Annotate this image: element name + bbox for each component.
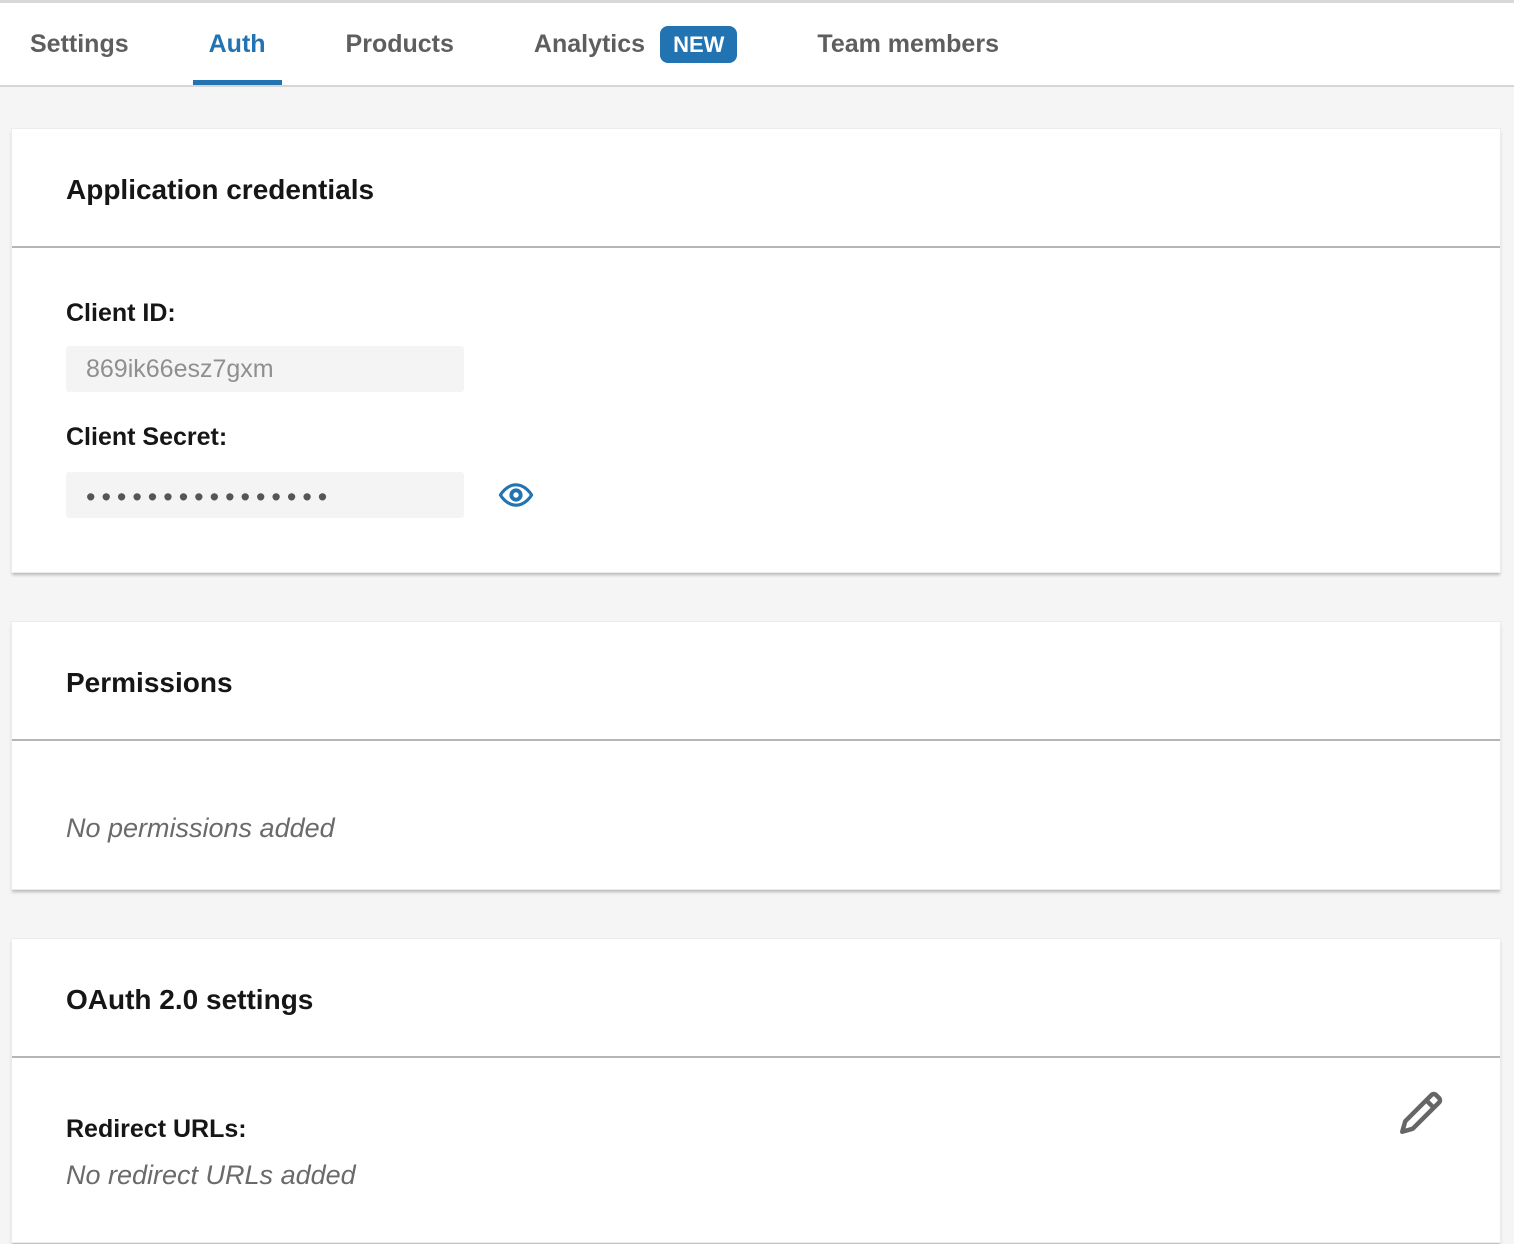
tab-settings-label: Settings xyxy=(30,30,129,59)
tab-team-members-label: Team members xyxy=(817,30,999,59)
tab-auth-label: Auth xyxy=(209,30,266,59)
tab-settings[interactable]: Settings xyxy=(14,3,145,85)
tab-products[interactable]: Products xyxy=(330,3,470,85)
application-credentials-card: Application credentials Client ID: 869ik… xyxy=(11,128,1501,573)
client-secret-label: Client Secret: xyxy=(66,422,1446,452)
application-credentials-title: Application credentials xyxy=(66,173,1446,206)
oauth-settings-body: Redirect URLs: No redirect URLs added xyxy=(12,1058,1500,1242)
tab-bar: Settings Auth Products Analytics NEW Tea… xyxy=(0,0,1514,87)
application-credentials-body: Client ID: 869ik66esz7gxm Client Secret:… xyxy=(12,248,1500,572)
permissions-title: Permissions xyxy=(66,666,1446,699)
application-credentials-header: Application credentials xyxy=(12,129,1500,248)
redirect-urls-empty-text: No redirect URLs added xyxy=(66,1160,1446,1190)
oauth-settings-header: OAuth 2.0 settings xyxy=(12,939,1500,1058)
tab-analytics-label: Analytics xyxy=(534,30,645,59)
eye-icon xyxy=(498,480,534,510)
pencil-icon xyxy=(1397,1089,1445,1137)
client-id-value[interactable]: 869ik66esz7gxm xyxy=(66,346,464,392)
page-content: Application credentials Client ID: 869ik… xyxy=(0,87,1514,1243)
permissions-header: Permissions xyxy=(12,622,1500,741)
client-secret-value[interactable]: •••••••••••••••• xyxy=(66,472,464,518)
reveal-secret-button[interactable] xyxy=(496,477,536,513)
new-badge: NEW xyxy=(660,26,737,63)
oauth-settings-title: OAuth 2.0 settings xyxy=(66,983,1446,1016)
client-id-label: Client ID: xyxy=(66,298,1446,328)
edit-redirect-urls-button[interactable] xyxy=(1396,1088,1446,1138)
permissions-empty-text: No permissions added xyxy=(66,813,1446,843)
client-secret-row: •••••••••••••••• xyxy=(66,472,1446,518)
oauth-settings-card: OAuth 2.0 settings Redirect URLs: No red… xyxy=(11,938,1501,1243)
tab-auth[interactable]: Auth xyxy=(193,3,282,85)
permissions-body: No permissions added xyxy=(12,741,1500,889)
permissions-card: Permissions No permissions added xyxy=(11,621,1501,890)
tab-analytics[interactable]: Analytics NEW xyxy=(518,3,754,85)
tab-team-members[interactable]: Team members xyxy=(801,3,1015,85)
redirect-urls-label: Redirect URLs: xyxy=(66,1114,1446,1144)
tab-products-label: Products xyxy=(346,30,454,59)
